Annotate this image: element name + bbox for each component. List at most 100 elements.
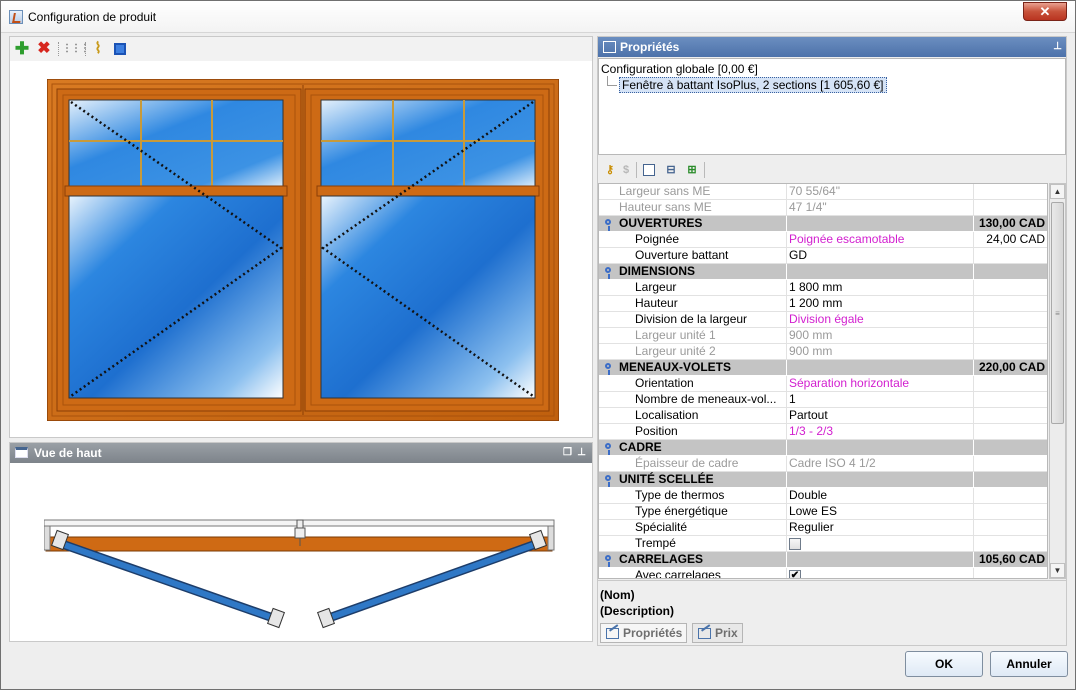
grid-icon[interactable]: ⋮⋮⋮ — [62, 40, 90, 58]
property-row[interactable]: Ouverture battant GD — [599, 248, 1047, 264]
property-row[interactable]: Poignée Poignée escamotable 24,00 CAD — [599, 232, 1047, 248]
key-marker-icon[interactable] — [605, 219, 611, 231]
property-checkbox-row[interactable]: Avec carrelages ✔ — [599, 568, 1047, 579]
column-divider — [973, 456, 974, 472]
select-icon[interactable] — [114, 43, 126, 55]
property-row[interactable]: Orientation Séparation horizontale — [599, 376, 1047, 392]
group-price: 130,00 CAD — [978, 216, 1045, 230]
scroll-thumb[interactable]: ≡ — [1051, 202, 1064, 424]
property-group-row[interactable]: OUVERTURES 130,00 CAD — [599, 216, 1047, 232]
property-row[interactable]: Épaisseur de cadre Cadre ISO 4 1/2 — [599, 456, 1047, 472]
property-group-row[interactable]: MENEAUX-VOLETS 220,00 CAD — [599, 360, 1047, 376]
restore-icon[interactable]: ❐ — [563, 443, 572, 463]
property-group-row[interactable]: CADRE — [599, 440, 1047, 456]
tree-selected-node[interactable]: Fenêtre à battant IsoPlus, 2 sections [1… — [619, 77, 887, 93]
property-value[interactable]: 1 800 mm — [789, 280, 973, 295]
tree-expand-icon[interactable]: ⊞ — [684, 162, 700, 178]
property-row[interactable]: Hauteur sans ME 47 1/4" — [599, 200, 1047, 216]
property-group-row[interactable]: DIMENSIONS — [599, 264, 1047, 280]
tab-properties[interactable]: Propriétés — [600, 623, 688, 643]
property-group-row[interactable]: CARRELAGES 105,60 CAD — [599, 552, 1047, 568]
tree-root-node[interactable]: Configuration globale [0,00 €] — [601, 62, 758, 76]
column-divider — [786, 248, 787, 264]
tab-price[interactable]: Prix — [692, 623, 743, 643]
column-divider — [973, 440, 974, 456]
property-name: Position — [635, 424, 678, 438]
property-checkbox-row[interactable]: Trempé — [599, 536, 1047, 552]
column-divider — [786, 392, 787, 408]
add-icon[interactable]: ✚ — [13, 40, 31, 58]
column-divider — [786, 216, 787, 232]
brush-icon[interactable]: ⌇ — [89, 40, 107, 58]
property-name: Localisation — [635, 408, 699, 422]
title-bar: Configuration de produit ✕ — [1, 1, 1075, 33]
group-price: 105,60 CAD — [978, 552, 1045, 566]
properties-scrollbar[interactable]: ▲ ≡ ▼ — [1049, 183, 1066, 579]
property-row[interactable]: Largeur 1 800 mm — [599, 280, 1047, 296]
close-button[interactable]: ✕ — [1023, 2, 1067, 21]
column-divider — [786, 376, 787, 392]
column-divider — [786, 504, 787, 520]
pin-icon[interactable]: ⊥ — [1053, 37, 1062, 57]
property-row[interactable]: Hauteur 1 200 mm — [599, 296, 1047, 312]
column-divider — [973, 424, 974, 440]
property-value[interactable]: Double — [789, 488, 973, 503]
property-checkbox[interactable] — [789, 538, 801, 550]
property-row[interactable]: Largeur sans ME 70 55/64" — [599, 184, 1047, 200]
property-value[interactable]: Poignée escamotable — [789, 232, 973, 247]
window-drawing[interactable] — [47, 79, 559, 421]
top-view-panel: Vue de haut ❐ ⊥ — [9, 442, 593, 642]
property-row[interactable]: Division de la largeur Division égale — [599, 312, 1047, 328]
pin-icon[interactable]: ⊥ — [577, 443, 586, 463]
view-icon — [15, 447, 28, 458]
property-value[interactable]: Lowe ES — [789, 504, 973, 519]
property-checkbox[interactable]: ✔ — [789, 570, 801, 578]
property-row[interactable]: Type de thermos Double — [599, 488, 1047, 504]
column-divider — [786, 264, 787, 280]
property-value[interactable]: GD — [789, 248, 973, 263]
collapse-icon[interactable] — [643, 164, 655, 176]
property-row[interactable]: Nombre de meneaux-vol... 1 — [599, 392, 1047, 408]
product-configuration-window: Configuration de produit ✕ ✚ ✖ ⋮⋮⋮ ⌇ Vue… — [0, 0, 1076, 690]
key-marker-icon[interactable] — [605, 475, 611, 487]
left-sash[interactable] — [56, 88, 302, 412]
property-row[interactable]: Position 1/3 - 2/3 — [599, 424, 1047, 440]
property-value[interactable]: Division égale — [789, 312, 973, 327]
tree-icon[interactable]: ⊟ — [664, 162, 678, 178]
java-app-icon — [9, 10, 23, 24]
top-view-drawing[interactable] — [44, 516, 558, 636]
dollar-icon[interactable]: $ — [620, 162, 632, 178]
property-value: 900 mm — [789, 328, 833, 342]
group-name: UNITÉ SCELLÉE — [619, 472, 714, 486]
property-name: Spécialité — [635, 520, 688, 534]
property-row[interactable]: Spécialité Regulier — [599, 520, 1047, 536]
property-name: Division de la largeur — [635, 312, 748, 326]
column-divider — [973, 312, 974, 328]
property-row[interactable]: Largeur unité 2 900 mm — [599, 344, 1047, 360]
right-sash[interactable] — [304, 88, 550, 412]
key-icon[interactable]: ⚷ — [602, 162, 618, 178]
delete-icon[interactable]: ✖ — [35, 40, 53, 58]
property-value[interactable]: Partout — [789, 408, 973, 423]
key-marker-icon[interactable] — [605, 443, 611, 455]
key-marker-icon[interactable] — [605, 267, 611, 279]
property-value[interactable]: 1 — [789, 392, 973, 407]
property-row[interactable]: Localisation Partout — [599, 408, 1047, 424]
ok-button[interactable]: OK — [905, 651, 983, 677]
scroll-down-arrow[interactable]: ▼ — [1050, 563, 1065, 578]
scroll-up-arrow[interactable]: ▲ — [1050, 184, 1065, 199]
property-value[interactable]: 1/3 - 2/3 — [789, 424, 973, 439]
key-marker-icon[interactable] — [605, 555, 611, 567]
cancel-button[interactable]: Annuler — [990, 651, 1068, 677]
property-value[interactable]: Séparation horizontale — [789, 376, 973, 391]
property-value[interactable]: 1 200 mm — [789, 296, 973, 311]
property-row[interactable]: Type énergétique Lowe ES — [599, 504, 1047, 520]
key-marker-icon[interactable] — [605, 363, 611, 375]
property-value[interactable]: Regulier — [789, 520, 973, 535]
property-name: Avec carrelages — [635, 568, 721, 579]
property-name: Type de thermos — [635, 488, 725, 502]
tree-connector — [607, 85, 617, 86]
property-group-row[interactable]: UNITÉ SCELLÉE — [599, 472, 1047, 488]
property-row[interactable]: Largeur unité 1 900 mm — [599, 328, 1047, 344]
column-divider — [786, 360, 787, 376]
